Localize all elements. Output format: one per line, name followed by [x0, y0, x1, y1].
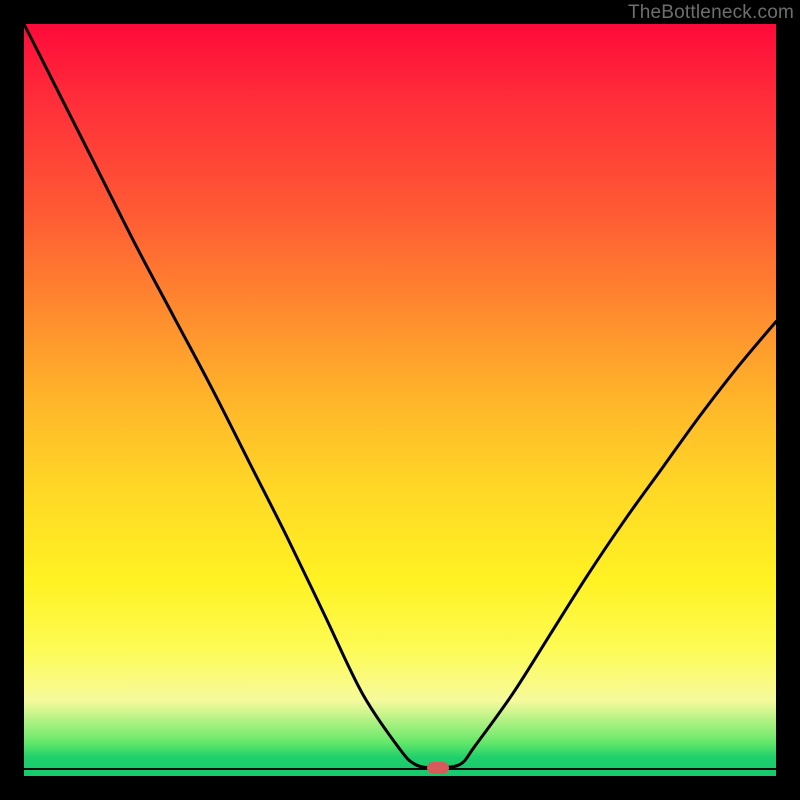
chart-frame: TheBottleneck.com [0, 0, 800, 800]
optimum-marker [427, 762, 449, 774]
attribution-text: TheBottleneck.com [628, 2, 794, 24]
bottleneck-curve [24, 24, 776, 776]
